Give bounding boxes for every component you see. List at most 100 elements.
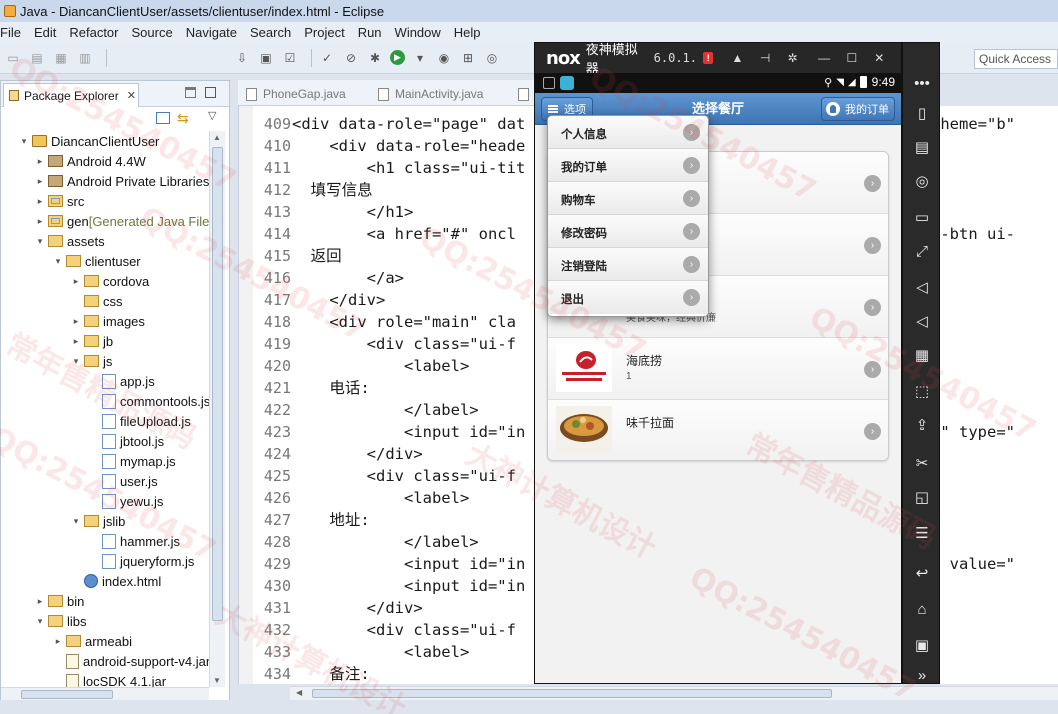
tree-item[interactable]: mymap.js: [89, 451, 176, 471]
close-icon[interactable]: ✕: [127, 89, 136, 102]
tree-item[interactable]: ▸ gen [Generated Java Files]: [35, 211, 209, 231]
popup-item-cart[interactable]: 购物车 ›: [548, 182, 708, 215]
menu-source[interactable]: Source: [132, 25, 173, 40]
download-icon[interactable]: ⇩: [233, 49, 251, 67]
new-file-icon[interactable]: ▭: [4, 49, 22, 67]
collapsed-arrow-icon[interactable]: ▸: [35, 596, 45, 607]
scissors-icon[interactable]: ✂: [912, 453, 932, 473]
menu-navigate[interactable]: Navigate: [186, 25, 237, 40]
close-icon[interactable]: ✕: [874, 51, 885, 65]
expanded-arrow-icon[interactable]: ▾: [35, 616, 45, 627]
collapsed-arrow-icon[interactable]: ▸: [35, 196, 45, 207]
collapsed-arrow-icon[interactable]: ▸: [71, 276, 81, 287]
scrollbar-thumb[interactable]: [212, 147, 223, 621]
collapsed-arrow-icon[interactable]: ▸: [71, 316, 81, 327]
tree-item[interactable]: ▸ armeabi: [53, 631, 132, 651]
collapse-all-icon[interactable]: [156, 112, 170, 124]
external-tools-icon[interactable]: ◉: [435, 49, 453, 67]
menu-run[interactable]: Run: [358, 25, 382, 40]
fullscreen-icon[interactable]: ⤢: [912, 241, 932, 261]
menu-edit[interactable]: Edit: [34, 25, 56, 40]
new-java-project-icon[interactable]: ⊞: [459, 49, 477, 67]
expanded-arrow-icon[interactable]: ▾: [19, 136, 29, 147]
tree-item[interactable]: ▾ libs: [35, 611, 87, 631]
tree-item[interactable]: commontools.js: [89, 391, 209, 411]
settings-gear-icon[interactable]: ✲: [787, 51, 798, 65]
tree-item[interactable]: user.js: [89, 471, 158, 491]
tree-item[interactable]: index.html: [71, 571, 161, 591]
popup-item-logout[interactable]: 注销登陆 ›: [548, 248, 708, 281]
tree-item[interactable]: ▾ clientuser: [53, 251, 141, 271]
menu-project[interactable]: Project: [304, 25, 344, 40]
volume-up-icon[interactable]: ◁: [912, 277, 932, 297]
tree-horizontal-scrollbar[interactable]: [1, 687, 209, 701]
save-icon[interactable]: ▤: [28, 49, 46, 67]
skip-breakpoints-icon[interactable]: ⊘: [342, 49, 360, 67]
shirt-theme-icon[interactable]: ▲: [731, 51, 743, 65]
resize-icon[interactable]: ◱: [912, 487, 932, 507]
run-dropdown-icon[interactable]: ▾: [411, 49, 429, 67]
back-icon[interactable]: ↩: [912, 563, 932, 583]
multi-instance-icon[interactable]: ▦: [912, 345, 932, 365]
minimize-icon[interactable]: [185, 87, 196, 98]
collapsed-arrow-icon[interactable]: ▸: [53, 636, 63, 647]
tree-vertical-scrollbar[interactable]: ▲ ▼: [209, 131, 225, 687]
shake-icon[interactable]: ▯: [912, 103, 932, 123]
collapsed-arrow-icon[interactable]: ▸: [35, 216, 45, 227]
menu-lines-icon[interactable]: ☰: [912, 523, 932, 543]
expanded-arrow-icon[interactable]: ▾: [71, 356, 81, 367]
expanded-arrow-icon[interactable]: ▾: [35, 236, 45, 247]
menu-window[interactable]: Window: [395, 25, 441, 40]
tree-item[interactable]: ▸ bin: [35, 591, 85, 611]
tree-item[interactable]: ▸ src: [35, 191, 85, 211]
tree-item[interactable]: android-support-v4.jar: [53, 651, 209, 671]
editor-tab-index[interactable]: [518, 82, 535, 106]
popup-item-my-orders[interactable]: 我的订单 ›: [548, 149, 708, 182]
popup-item-profile[interactable]: 个人信息 ›: [548, 116, 708, 149]
menu-search[interactable]: Search: [250, 25, 291, 40]
editor-tab-phonegap[interactable]: PhoneGap.java: [246, 82, 346, 106]
view-menu-icon[interactable]: ▽: [208, 109, 216, 122]
location-pin-icon[interactable]: ◎: [912, 171, 932, 191]
scroll-left-icon[interactable]: ◀: [296, 688, 302, 697]
more-dots-icon[interactable]: •••: [912, 73, 932, 93]
tree-item[interactable]: ▸ images: [71, 311, 145, 331]
tree-item[interactable]: hammer.js: [89, 531, 180, 551]
tree-item[interactable]: ▾ DiancanClientUser: [19, 131, 160, 151]
run-icon[interactable]: ▶: [390, 50, 405, 65]
scrollbar-thumb[interactable]: [312, 689, 832, 698]
expanded-arrow-icon[interactable]: ▾: [53, 256, 63, 267]
notification-alert-icon[interactable]: !: [703, 52, 714, 64]
tree-item[interactable]: ▸ Android 4.4W: [35, 151, 146, 171]
tree-item[interactable]: jbtool.js: [89, 431, 164, 451]
package-explorer-tab[interactable]: Package Explorer ✕: [3, 83, 139, 107]
tree-item[interactable]: css: [71, 291, 123, 311]
tree-item[interactable]: ▸ cordova: [71, 271, 150, 291]
my-orders-button[interactable]: 我的订单: [821, 97, 895, 121]
keyboard-icon[interactable]: ▭: [912, 207, 932, 227]
collapsed-arrow-icon[interactable]: ▸: [35, 176, 45, 187]
scroll-down-icon[interactable]: ▼: [213, 676, 221, 685]
tree-item[interactable]: ▸ Android Private Libraries: [35, 171, 209, 191]
tree-item[interactable]: locSDK 4.1.jar: [53, 671, 166, 687]
recent-apps-icon[interactable]: ▣: [912, 635, 932, 655]
screenshot-upload-icon[interactable]: ⇪: [912, 415, 932, 435]
tree-item[interactable]: ▸ jb: [71, 331, 113, 351]
scroll-up-icon[interactable]: ▲: [213, 133, 221, 142]
menu-help[interactable]: Help: [454, 25, 481, 40]
collapsed-arrow-icon[interactable]: ▸: [35, 156, 45, 167]
editor-horizontal-scrollbar[interactable]: ◀: [290, 686, 1058, 700]
tree-item[interactable]: yewu.js: [89, 491, 163, 511]
expanded-arrow-icon[interactable]: ▾: [71, 516, 81, 527]
new-class-icon[interactable]: ◎: [483, 49, 501, 67]
menu-refactor[interactable]: Refactor: [69, 25, 118, 40]
popup-item-exit[interactable]: 退出 ›: [548, 281, 708, 314]
maximize-icon[interactable]: ☐: [846, 51, 857, 65]
macro-record-icon[interactable]: ⬚: [912, 381, 932, 401]
minimize-icon[interactable]: —: [818, 51, 830, 65]
popup-item-change-password[interactable]: 修改密码 ›: [548, 215, 708, 248]
link-with-editor-icon[interactable]: ⇆: [177, 110, 189, 127]
tree-item[interactable]: ▾ assets: [35, 231, 105, 251]
tree-item[interactable]: jqueryform.js: [89, 551, 194, 571]
expand-icon[interactable]: »: [912, 665, 932, 685]
